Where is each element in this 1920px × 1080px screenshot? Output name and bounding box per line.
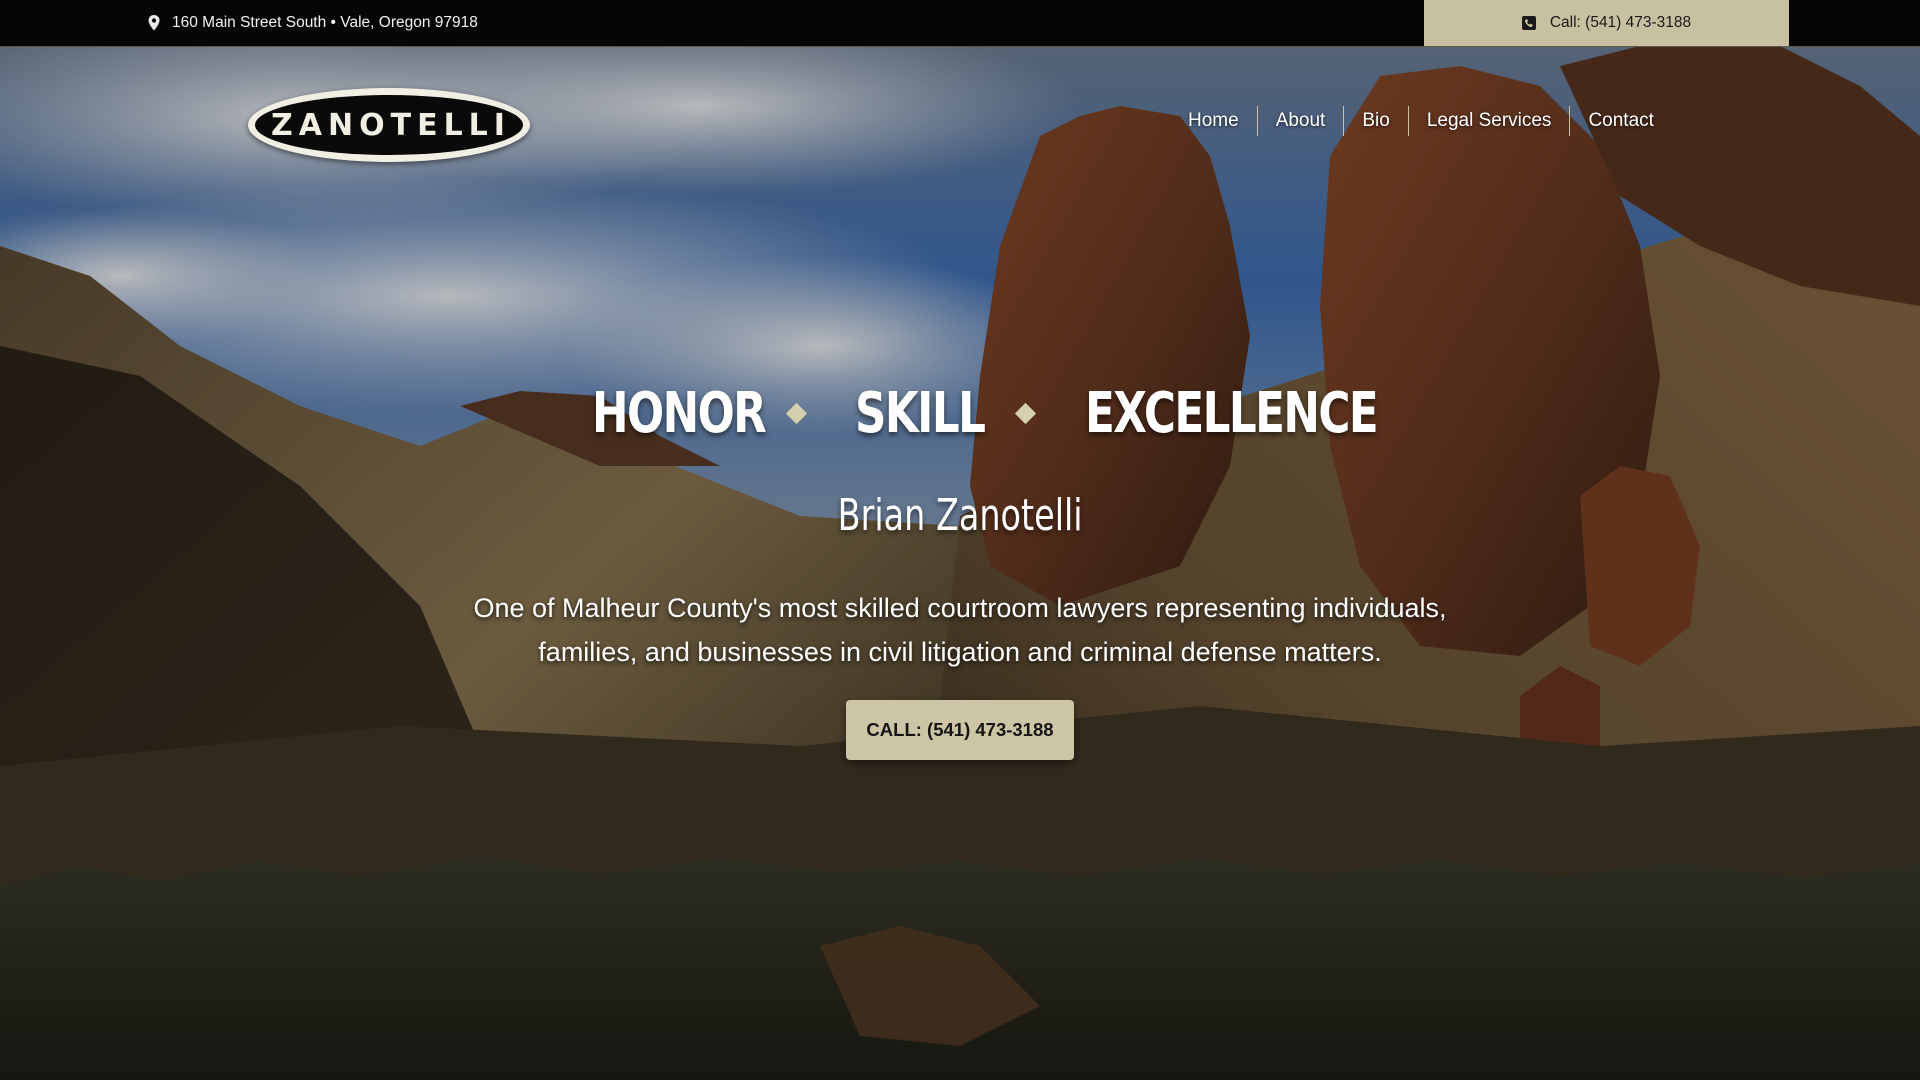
- address: 160 Main Street South • Vale, Oregon 979…: [147, 0, 478, 46]
- hero-name: Brian Zanotelli: [0, 488, 1920, 544]
- call-cta-button[interactable]: CALL: (541) 473-3188: [846, 700, 1074, 760]
- tagline-honor: HONOR: [592, 381, 767, 446]
- diamond-separator-icon: [1014, 402, 1037, 425]
- hero-overlay: [0, 46, 1920, 1080]
- top-call-label: Call: (541) 473-3188: [1549, 14, 1692, 31]
- tagline-excellence: EXCELLENCE: [1085, 381, 1379, 446]
- nav-home[interactable]: Home: [1172, 105, 1257, 137]
- nav-contact[interactable]: Contact: [1570, 105, 1671, 137]
- logo-text: ZANOTELLI: [271, 107, 511, 143]
- hero-name-text: Brian Zanotelli: [837, 490, 1083, 541]
- main-nav: Home About Bio Legal Services Contact: [1172, 105, 1672, 137]
- logo[interactable]: ZANOTELLI: [248, 88, 530, 162]
- hero-description-line: One of Malheur County's most skilled cou…: [473, 593, 1447, 623]
- nav-legal-services[interactable]: Legal Services: [1409, 105, 1570, 137]
- address-text: 160 Main Street South • Vale, Oregon 979…: [172, 14, 478, 31]
- top-bar: 160 Main Street South • Vale, Oregon 979…: [0, 0, 1920, 47]
- tagline-skill: SKILL: [855, 381, 986, 446]
- diamond-separator-icon: [785, 402, 808, 425]
- hero-description: One of Malheur County's most skilled cou…: [410, 586, 1510, 674]
- top-call-button[interactable]: Call: (541) 473-3188: [1424, 0, 1789, 46]
- map-pin-icon: [148, 15, 160, 31]
- hero-tagline: HONOR SKILL EXCELLENCE: [0, 374, 1920, 454]
- hero-description-line: families, and businesses in civil litiga…: [538, 637, 1382, 667]
- phone-icon: [1521, 16, 1536, 30]
- nav-about[interactable]: About: [1258, 105, 1344, 137]
- nav-bio[interactable]: Bio: [1344, 105, 1407, 137]
- hero-background: [0, 46, 1920, 1080]
- page: 160 Main Street South • Vale, Oregon 979…: [0, 0, 1920, 1080]
